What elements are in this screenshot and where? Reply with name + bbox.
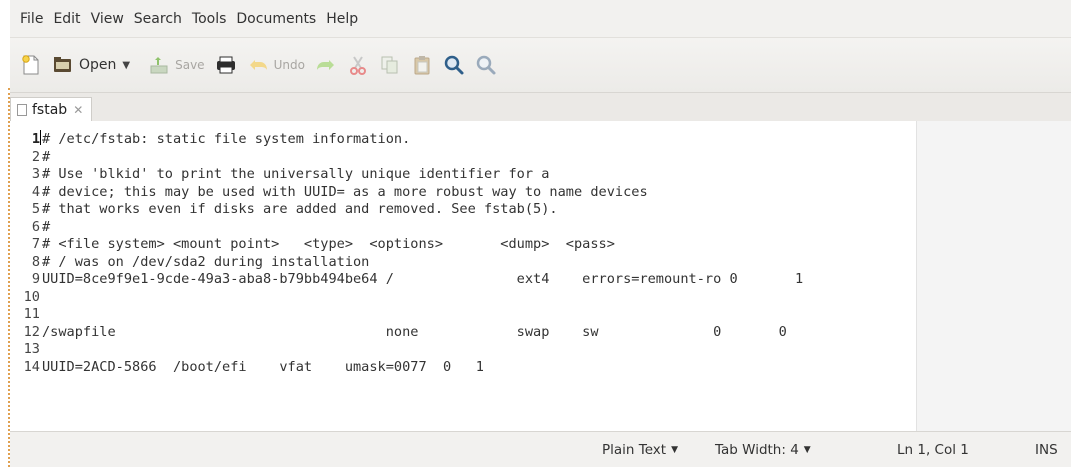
paste-button[interactable] [411,54,433,76]
open-folder-icon [54,57,71,72]
menu-file[interactable]: File [16,11,47,27]
line-text[interactable] [40,306,42,324]
line-text[interactable]: # [40,149,50,167]
line-number: 14 [23,358,40,375]
search-button[interactable] [443,54,465,76]
line-text[interactable]: UUID=8ce9f9e1-9cde-49a3-aba8-b79bb494be6… [40,271,803,289]
new-document-icon [22,55,39,75]
tab-strip: fstab ✕ [10,93,1071,122]
save-label: Save [175,58,205,72]
cursor-position: Ln 1, Col 1 [897,441,969,458]
editor-line[interactable]: 3 # Use 'blkid' to print the universally … [10,166,1071,184]
close-icon[interactable]: ✕ [73,103,83,117]
print-button[interactable] [215,54,237,76]
left-dotted-border [0,88,10,467]
line-text[interactable] [40,289,42,307]
editor-line[interactable]: 8 # / was on /dev/sda2 during installatio… [10,254,1071,272]
line-text[interactable]: # [40,219,50,237]
chevron-down-icon: ▼ [671,444,678,455]
line-number: 2 [31,148,40,165]
line-text[interactable]: # /etc/fstab: static file system informa… [40,131,410,149]
line-number: 1 [31,131,40,147]
line-number: 11 [23,306,40,322]
line-text[interactable]: # <file system> <mount point> <type> <op… [40,236,615,254]
line-text[interactable]: # / was on /dev/sda2 during installation [40,254,369,272]
language-selector[interactable]: Plain Text ▼ [602,432,678,467]
line-number: 5 [31,201,40,217]
line-text[interactable]: # that works even if disks are added and… [40,201,558,219]
cut-button[interactable] [347,54,369,76]
line-text[interactable]: # device; this may be used with UUID= as… [40,184,648,202]
open-label: Open [79,57,117,73]
line-text[interactable]: /swapfile none swap sw 0 0 [40,324,787,342]
editor-line[interactable]: 2 # [10,149,1071,167]
new-button[interactable] [20,54,42,76]
save-icon [150,57,168,74]
editor-line[interactable]: 10 [10,289,1071,307]
menu-edit[interactable]: Edit [49,11,84,27]
editor-lines[interactable]: 1 # /etc/fstab: static file system inform… [10,130,1071,377]
line-text[interactable]: # Use 'blkid' to print the universally u… [40,166,549,184]
editor-line[interactable]: 13 [10,341,1071,359]
menu-search[interactable]: Search [130,11,186,27]
paste-icon [414,56,430,75]
search-icon [444,55,464,75]
menu-view[interactable]: View [87,11,128,27]
line-number: 10 [23,288,40,305]
editor-line[interactable]: 11 [10,306,1071,324]
line-number: 12 [23,323,40,340]
line-number: 6 [31,218,40,235]
undo-icon [249,60,267,70]
undo-button[interactable]: Undo [247,54,305,76]
copy-icon [381,56,398,74]
editor-line[interactable]: 9 UUID=8ce9f9e1-9cde-49a3-aba8-b79bb494be… [10,271,1071,289]
menu-tools[interactable]: Tools [188,11,231,27]
search-replace-button[interactable] [475,54,497,76]
save-button[interactable]: Save [148,54,205,76]
editor-line[interactable]: 14 UUID=2ACD-5866 /boot/efi vfat umask=00… [10,359,1071,377]
editor-line[interactable]: 7 # <file system> <mount point> <type> <o… [10,236,1071,254]
status-bar: Plain Text ▼ Tab Width: 4 ▼ Ln 1, Col 1 … [10,431,1071,467]
insert-mode: INS [1035,441,1058,458]
menu-bar: File Edit View Search Tools Documents He… [10,0,1071,38]
editor-line[interactable]: 12/swapfile none swap sw 0 0 [10,324,1071,342]
tab-label: fstab [32,101,68,118]
editor-line[interactable]: 4 # device; this may be used with UUID= a… [10,184,1071,202]
line-number: 8 [31,253,40,270]
menu-documents[interactable]: Documents [232,11,320,27]
undo-label: Undo [273,58,305,72]
search-replace-icon [476,55,496,75]
line-number: 4 [31,183,40,200]
line-number: 13 [23,341,40,357]
menu-help[interactable]: Help [322,11,362,27]
print-icon [216,56,235,74]
line-number: 7 [31,236,40,252]
editor-line[interactable]: 5 # that works even if disks are added an… [10,201,1071,219]
toolbar: Open ▼ Save Undo [10,38,1071,93]
line-number: 3 [31,166,40,182]
line-number: 9 [31,271,40,287]
document-icon [17,103,27,116]
copy-button[interactable] [379,54,401,76]
text-editor[interactable]: 1 # /etc/fstab: static file system inform… [10,121,1071,432]
gedit-window: File Edit View Search Tools Documents He… [10,0,1071,467]
editor-line[interactable]: 6 # [10,219,1071,237]
editor-line[interactable]: 1 # /etc/fstab: static file system inform… [10,130,1071,149]
tab-width-label: Tab Width: 4 [715,441,799,458]
language-label: Plain Text [602,441,667,458]
redo-icon [316,60,334,70]
open-button[interactable]: Open ▼ [52,54,130,76]
tab-fstab[interactable]: fstab ✕ [10,97,93,121]
open-dropdown-arrow-icon[interactable]: ▼ [122,60,130,71]
line-text[interactable] [40,341,42,359]
tab-width-selector[interactable]: Tab Width: 4 ▼ [715,432,811,467]
line-text[interactable]: UUID=2ACD-5866 /boot/efi vfat umask=0077… [40,359,484,377]
chevron-down-icon: ▼ [803,444,811,455]
cut-icon [349,56,366,75]
redo-button[interactable] [315,54,337,76]
